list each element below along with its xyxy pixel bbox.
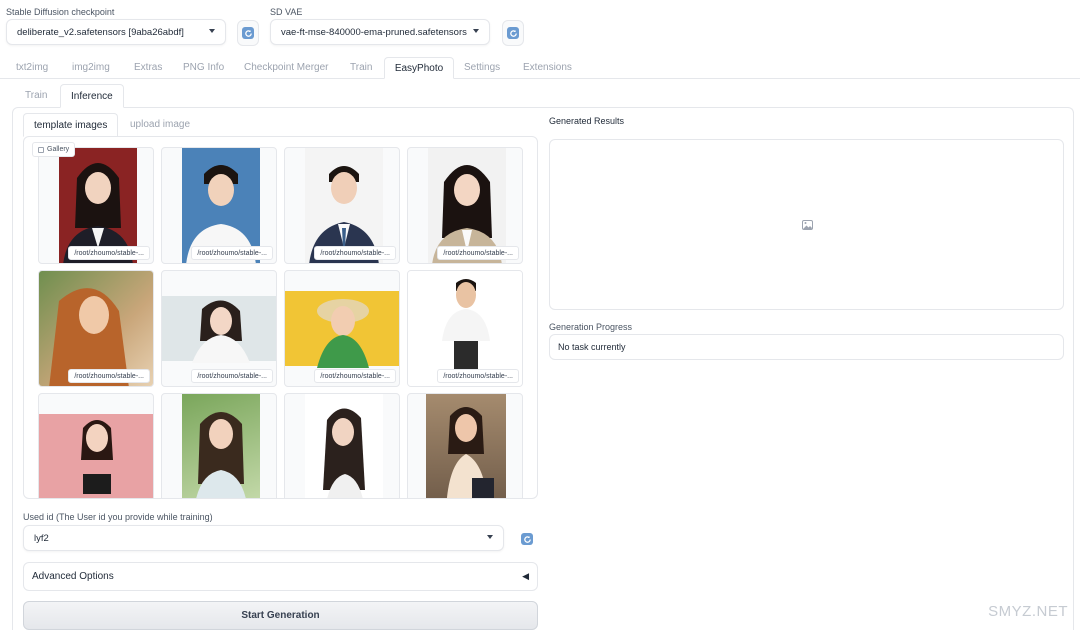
checkpoint-select[interactable]: deliberate_v2.safetensors [9aba26abdf] xyxy=(6,19,226,45)
thumb-caption: /root/zhoumo/stable-... xyxy=(191,246,273,260)
tab-txt2img[interactable]: txt2img xyxy=(8,57,56,79)
advanced-options-label: Advanced Options xyxy=(32,571,114,582)
vae-label: SD VAE xyxy=(270,7,303,17)
template-thumb-1[interactable]: /root/zhoumo/stable-... xyxy=(38,147,154,264)
vae-refresh-button[interactable] xyxy=(502,20,524,46)
thumb-caption: /root/zhoumo/stable-... xyxy=(437,246,519,260)
template-thumb-11[interactable] xyxy=(284,393,400,498)
refresh-icon xyxy=(521,533,533,545)
user-id-value: lyf2 xyxy=(34,532,49,544)
tab-png-info[interactable]: PNG Info xyxy=(175,57,232,79)
generation-progress-label: Generation Progress xyxy=(549,322,633,332)
generated-results-area xyxy=(549,139,1064,310)
tab-upload-image[interactable]: upload image xyxy=(120,113,200,137)
generation-progress-text: No task currently xyxy=(558,342,626,352)
gallery-icon xyxy=(38,146,44,153)
caret-down-icon xyxy=(209,29,215,33)
tab-img2img[interactable]: img2img xyxy=(64,57,118,79)
user-id-label: Used id (The User id you provide while t… xyxy=(23,512,213,522)
template-thumb-7[interactable]: /root/zhoumo/stable-... xyxy=(284,270,400,387)
template-thumb-6[interactable]: /root/zhoumo/stable-... xyxy=(161,270,277,387)
refresh-icon xyxy=(507,27,519,39)
caret-down-icon xyxy=(487,535,493,539)
tab-easyphoto[interactable]: EasyPhoto xyxy=(384,57,454,79)
subtab-train[interactable]: Train xyxy=(15,84,57,108)
template-thumb-3[interactable]: /root/zhoumo/stable-... xyxy=(284,147,400,264)
thumb-caption: /root/zhoumo/stable-... xyxy=(68,369,150,383)
gallery-panel: Gallery /root/zhoumo/stable-... /root/zh… xyxy=(23,136,538,499)
tab-checkpoint-merger[interactable]: Checkpoint Merger xyxy=(236,57,336,79)
thumb-caption: /root/zhoumo/stable-... xyxy=(314,246,396,260)
template-thumb-2[interactable]: /root/zhoumo/stable-... xyxy=(161,147,277,264)
template-thumb-12[interactable] xyxy=(407,393,523,498)
watermark: SMYZ.NET xyxy=(988,603,1068,620)
tab-settings[interactable]: Settings xyxy=(456,57,508,79)
tab-extensions[interactable]: Extensions xyxy=(515,57,580,79)
vae-select[interactable]: vae-ft-mse-840000-ema-pruned.safetensors xyxy=(270,19,490,45)
thumb-caption: /root/zhoumo/stable-... xyxy=(314,369,396,383)
advanced-options-accordion[interactable]: Advanced Options ◀ xyxy=(23,562,538,591)
template-thumb-4[interactable]: /root/zhoumo/stable-... xyxy=(407,147,523,264)
collapse-arrow-icon: ◀ xyxy=(522,571,529,581)
gallery-badge: Gallery xyxy=(32,142,76,157)
checkpoint-label: Stable Diffusion checkpoint xyxy=(6,7,115,17)
vae-value: vae-ft-mse-840000-ema-pruned.safetensors xyxy=(281,26,467,38)
subtab-inference[interactable]: Inference xyxy=(60,84,124,108)
user-id-refresh-button[interactable] xyxy=(516,526,538,552)
template-thumb-5[interactable]: /root/zhoumo/stable-... xyxy=(38,270,154,387)
thumb-caption: /root/zhoumo/stable-... xyxy=(437,369,519,383)
template-thumb-10[interactable] xyxy=(161,393,277,498)
thumb-caption: /root/zhoumo/stable-... xyxy=(191,369,273,383)
start-generation-button[interactable]: Start Generation xyxy=(23,601,538,630)
refresh-icon xyxy=(242,27,254,39)
template-thumb-9[interactable] xyxy=(38,393,154,498)
main-tabs: txt2img img2img Extras PNG Info Checkpoi… xyxy=(0,57,1080,79)
caret-down-icon xyxy=(473,29,479,33)
thumb-caption: /root/zhoumo/stable-... xyxy=(68,246,150,260)
gallery-label: Gallery xyxy=(47,146,70,153)
template-thumb-8[interactable]: /root/zhoumo/stable-... xyxy=(407,270,523,387)
checkpoint-refresh-button[interactable] xyxy=(237,20,259,46)
tab-template-images[interactable]: template images xyxy=(23,113,119,137)
checkpoint-value: deliberate_v2.safetensors [9aba26abdf] xyxy=(17,26,184,38)
user-id-select[interactable]: lyf2 xyxy=(23,525,504,551)
tab-train[interactable]: Train xyxy=(342,57,380,79)
generated-results-label: Generated Results xyxy=(549,116,625,126)
image-placeholder-icon xyxy=(802,220,813,230)
generation-progress-box: No task currently xyxy=(549,334,1064,360)
tab-extras[interactable]: Extras xyxy=(126,57,170,79)
